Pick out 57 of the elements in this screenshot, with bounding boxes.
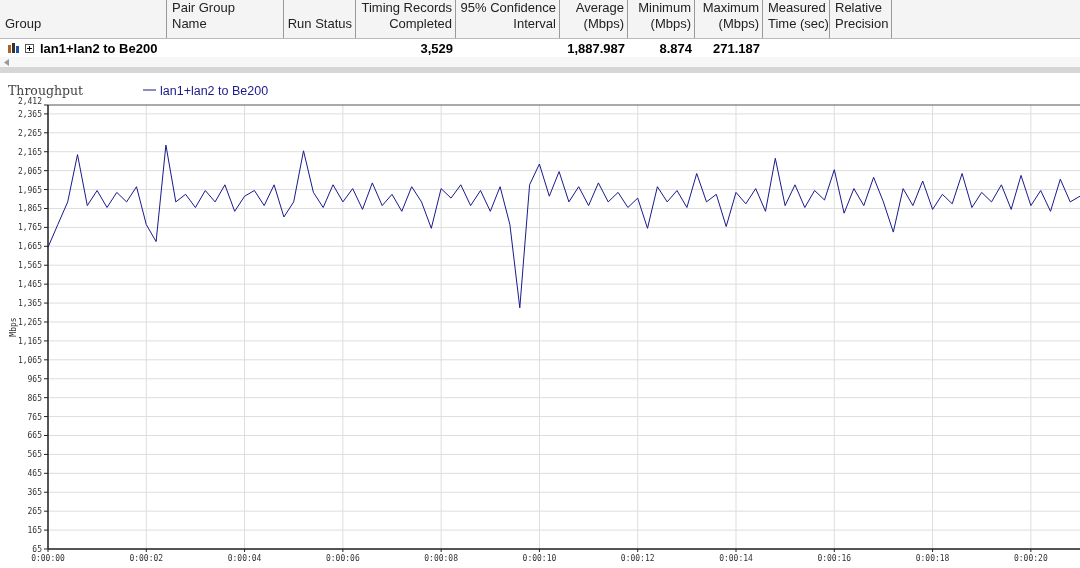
chart-title: Throughput: [8, 83, 84, 98]
table-cell: 1,887.987: [567, 40, 625, 56]
y-tick-label: 465: [27, 469, 42, 479]
y-tick-label: 2,365: [17, 109, 42, 119]
table-cell: 271.187: [713, 40, 760, 56]
table-cell: 3,529: [420, 40, 453, 56]
y-tick-label: 665: [27, 431, 42, 441]
y-tick-label: 1,565: [17, 261, 42, 271]
y-tick-label: 965: [27, 374, 42, 384]
y-tick-label: 65: [32, 545, 42, 554]
group-name: lan1+lan2 to Be200: [40, 40, 158, 56]
column-header[interactable]: Measured Time (sec): [763, 0, 830, 38]
scroll-left-icon[interactable]: [4, 58, 9, 66]
x-tick-label: 0:00:12: [620, 554, 655, 563]
x-tick-label: 0:00:16: [817, 554, 852, 563]
y-tick-label: 565: [27, 450, 42, 460]
y-tick-label: 1,265: [17, 318, 42, 327]
column-header[interactable]: Pair Group Name: [167, 0, 284, 38]
y-tick-label: 1,365: [17, 299, 42, 309]
legend-item: lan1+lan2 to Be200: [142, 84, 269, 98]
x-tick-label: 0:00:02: [129, 554, 164, 563]
column-header[interactable]: Maximum (Mbps): [695, 0, 763, 38]
x-tick-label: 0:00:06: [326, 554, 360, 563]
table-cell: 8.874: [659, 40, 692, 56]
y-tick-label: 765: [27, 412, 42, 422]
y-tick-label: 865: [27, 393, 42, 403]
x-tick-label: 0:00:20: [1014, 554, 1048, 563]
y-tick-label: 1,965: [17, 185, 42, 195]
column-header[interactable]: Group: [0, 0, 167, 38]
expand-icon[interactable]: [25, 43, 34, 53]
x-tick-label: 0:00:04: [227, 554, 262, 563]
column-header[interactable]: 95% Confidence Interval: [456, 0, 560, 38]
x-tick-label: 0:00:18: [915, 554, 950, 563]
y-tick-label: 1,465: [17, 280, 42, 290]
y-tick-label: 165: [27, 526, 42, 536]
y-tick-label: 1,065: [17, 355, 42, 365]
y-tick-label: 1,665: [17, 242, 42, 252]
y-tick-label: 2,065: [17, 166, 42, 176]
y-tick-label: 265: [27, 507, 42, 517]
y-tick-label: 1,865: [17, 204, 42, 214]
y-tick-label: 1,765: [17, 223, 42, 233]
x-tick-label: 0:00:14: [719, 554, 753, 563]
y-tick-label: 2,412: [17, 97, 42, 106]
column-header[interactable]: Minimum (Mbps): [628, 0, 695, 38]
group-icon: [8, 43, 19, 53]
y-tick-label: 2,265: [17, 128, 42, 138]
x-tick-label: 0:00:10: [522, 554, 557, 563]
column-header[interactable]: Run Status: [284, 0, 356, 38]
column-header[interactable]: Relative Precision: [830, 0, 892, 38]
x-tick-label: 0:00:00: [31, 554, 65, 563]
column-header[interactable]: Timing Records Completed: [356, 0, 456, 38]
y-tick-label: 1,165: [17, 336, 42, 346]
y-axis-title: Mbps: [9, 317, 18, 337]
x-tick-label: 0:00:08: [424, 554, 458, 563]
y-tick-label: 2,165: [17, 147, 42, 157]
y-tick-label: 365: [27, 488, 42, 498]
column-header[interactable]: Average (Mbps): [560, 0, 628, 38]
